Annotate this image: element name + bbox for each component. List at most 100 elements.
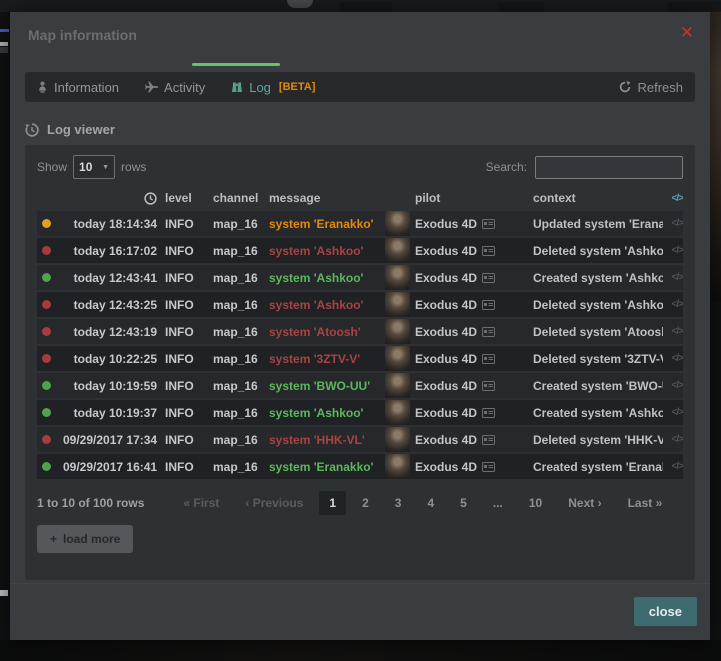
log-context: Created system 'Ashkoo' ...: [533, 271, 663, 285]
pagination-first[interactable]: « First: [173, 491, 229, 515]
rows-label: rows: [121, 160, 146, 174]
close-icon[interactable]: ✕: [680, 24, 694, 41]
pagination-page-1[interactable]: 1: [319, 491, 346, 515]
table-row[interactable]: today 18:14:34 INFO map_16 system 'Erana…: [37, 211, 683, 236]
refresh-label: Refresh: [637, 80, 683, 95]
pilot-name: Exodus 4D: [415, 325, 477, 339]
refresh-button[interactable]: Refresh: [619, 80, 683, 95]
table-row[interactable]: 09/29/2017 17:34:25 INFO map_16 system '…: [37, 427, 683, 452]
channel-column-header[interactable]: channel: [213, 191, 261, 205]
log-context: Deleted system 'Ashkoo' ...: [533, 244, 663, 258]
beta-badge: [BETA]: [279, 81, 315, 93]
status-dot: [42, 327, 51, 336]
code-icon: </>: [671, 326, 683, 337]
id-card-icon: [482, 327, 495, 337]
code-icon: </>: [671, 272, 683, 283]
pilot-avatar: [385, 346, 410, 371]
pilot-avatar: [385, 238, 410, 263]
pilot-avatar: [385, 373, 410, 398]
level-column-header[interactable]: level: [165, 191, 205, 205]
search-input[interactable]: [535, 156, 683, 179]
tab-activity-label: Activity: [164, 80, 205, 95]
background-map-node: [287, 0, 313, 8]
code-icon: </>: [671, 353, 683, 364]
close-button[interactable]: close: [634, 597, 697, 626]
table-row[interactable]: today 16:17:02 INFO map_16 system 'Ashko…: [37, 238, 683, 263]
tab-activity[interactable]: Activity: [145, 80, 205, 95]
page-size-select[interactable]: 10 ▼: [73, 155, 115, 179]
search-group: Search:: [486, 156, 683, 179]
table-row[interactable]: 09/29/2017 16:41:17 INFO map_16 system '…: [37, 454, 683, 479]
log-message: system 'Eranakko': [269, 217, 377, 231]
log-context: Deleted system 'Atoosh' #...: [533, 325, 663, 339]
active-tab-indicator: [192, 63, 280, 66]
pagination-next[interactable]: Next ›: [558, 491, 611, 515]
background-bottom: [0, 640, 721, 661]
background-top-shape: [668, 2, 721, 11]
background-map-sliver: [0, 590, 8, 596]
log-time: 09/29/2017 16:41:17: [63, 460, 157, 474]
context-column-header[interactable]: context: [533, 191, 663, 205]
pagination-last[interactable]: Last »: [618, 491, 673, 515]
table-row[interactable]: today 12:43:25 INFO map_16 system 'Ashko…: [37, 292, 683, 317]
status-dot: [42, 219, 51, 228]
status-dot: [42, 354, 51, 363]
id-card-icon: [482, 408, 495, 418]
log-message: system 'Ashkoo': [269, 406, 377, 420]
table-row[interactable]: today 10:19:59 INFO map_16 system 'BWO-U…: [37, 373, 683, 398]
pilot-avatar: [385, 265, 410, 290]
table-row[interactable]: today 12:43:41 INFO map_16 system 'Ashko…: [37, 265, 683, 290]
table-row[interactable]: today 12:43:19 INFO map_16 system 'Atoos…: [37, 319, 683, 344]
id-card-icon: [482, 273, 495, 283]
pilot-column-header[interactable]: pilot: [385, 191, 525, 205]
pilot-name: Exodus 4D: [415, 271, 477, 285]
message-column-header[interactable]: message: [269, 191, 377, 205]
log-message: system 'Ashkoo': [269, 271, 377, 285]
log-message: system 'Atoosh': [269, 325, 377, 339]
log-time: today 18:14:34: [63, 217, 157, 231]
log-level: INFO: [165, 325, 205, 339]
time-column-header[interactable]: [63, 192, 157, 205]
log-context: Deleted system '3ZTV-V' #...: [533, 352, 663, 366]
log-context: Deleted system 'Ashkoo' ...: [533, 298, 663, 312]
tab-log[interactable]: Log [BETA]: [231, 80, 315, 95]
dialog-tabbar: Information Activity Log [BETA] Refresh: [25, 72, 695, 102]
pilot-name: Exodus 4D: [415, 298, 477, 312]
log-viewer-label: Log viewer: [47, 122, 115, 137]
search-label: Search:: [486, 160, 527, 174]
map-information-dialog: Map information ✕ Information Activity: [10, 12, 710, 640]
dialog-title: Map information: [28, 27, 137, 43]
log-channel: map_16: [213, 460, 261, 474]
background-portrait-sliver: [710, 12, 721, 302]
log-viewer-heading: Log viewer: [25, 122, 695, 137]
log-level: INFO: [165, 244, 205, 258]
pagination-page-4[interactable]: 4: [417, 491, 444, 515]
log-table-panel: Show 10 ▼ rows Search: level: [25, 145, 695, 580]
background-map-sliver: [0, 42, 8, 46]
log-context: Created system 'Ashkoo' ...: [533, 406, 663, 420]
code-icon: </>: [671, 407, 683, 418]
person-icon: [37, 81, 48, 93]
id-card-icon: [482, 300, 495, 310]
pagination-page-2[interactable]: 2: [352, 491, 379, 515]
log-channel: map_16: [213, 271, 261, 285]
pilot-name: Exodus 4D: [415, 217, 477, 231]
code-column-header: </>: [671, 193, 683, 204]
pilot-avatar: [385, 319, 410, 344]
code-icon: </>: [671, 380, 683, 391]
log-time: 09/29/2017 17:34:25: [63, 433, 157, 447]
load-more-button[interactable]: + load more: [37, 525, 133, 553]
id-card-icon: [482, 354, 495, 364]
log-time: today 10:19:37: [63, 406, 157, 420]
pilot-avatar: [385, 292, 410, 317]
pagination-page-3[interactable]: 3: [385, 491, 412, 515]
background-top-shape: [498, 2, 544, 11]
pagination-previous[interactable]: ‹ Previous: [235, 491, 313, 515]
tab-information[interactable]: Information: [37, 80, 119, 95]
log-channel: map_16: [213, 433, 261, 447]
history-icon: [25, 123, 39, 137]
pagination-page-10[interactable]: 10: [519, 491, 552, 515]
table-row[interactable]: today 10:19:37 INFO map_16 system 'Ashko…: [37, 400, 683, 425]
pagination-page-5[interactable]: 5: [450, 491, 477, 515]
table-row[interactable]: today 10:22:25 INFO map_16 system '3ZTV-…: [37, 346, 683, 371]
